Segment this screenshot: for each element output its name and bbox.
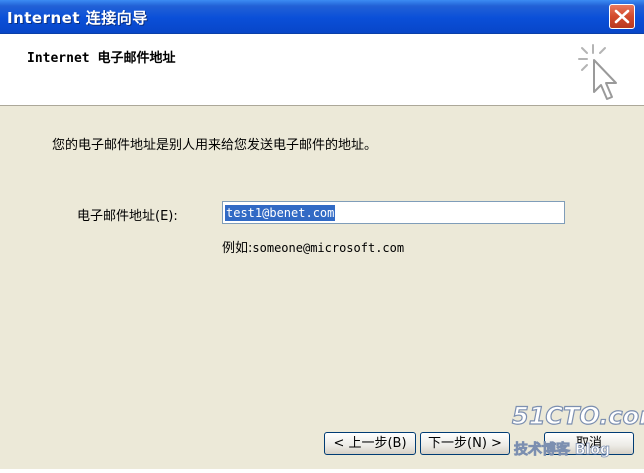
example-value: someone@microsoft.com <box>252 241 405 255</box>
svg-text:技术博客 Blog: 技术博客 Blog <box>514 441 610 458</box>
example-hint: 例如:someone@microsoft.com <box>222 237 404 256</box>
next-button[interactable]: 下一步(N) > <box>420 432 510 455</box>
email-field[interactable]: test1@benet.com <box>222 201 565 224</box>
description-text: 您的电子邮件地址是别人用来给您发送电子邮件的地址。 <box>52 138 378 153</box>
wizard-cursor-icon <box>578 44 617 100</box>
watermark: 51CTO.com 技术博客 Blog <box>510 398 644 469</box>
watermark-logo: 51CTO.com 技术博客 Blog <box>511 401 644 458</box>
svg-text:51CTO.com: 51CTO.com <box>512 402 644 430</box>
page-title: Internet 电子邮件地址 <box>27 51 176 66</box>
wizard-window: Internet 连接向导 Internet 电子邮件地址 您的电子邮件地址是别… <box>0 0 644 469</box>
back-button[interactable]: < 上一步(B) <box>324 432 416 455</box>
example-prefix: 例如: <box>222 241 253 256</box>
close-button[interactable] <box>609 4 635 29</box>
email-value: test1@benet.com <box>225 205 336 221</box>
close-icon <box>614 9 630 24</box>
wizard-header: Internet 电子邮件地址 <box>0 34 644 106</box>
title-bar[interactable]: Internet 连接向导 <box>0 0 644 34</box>
email-label: 电子邮件地址(E): <box>77 209 178 224</box>
window-title: Internet 连接向导 <box>7 9 148 27</box>
